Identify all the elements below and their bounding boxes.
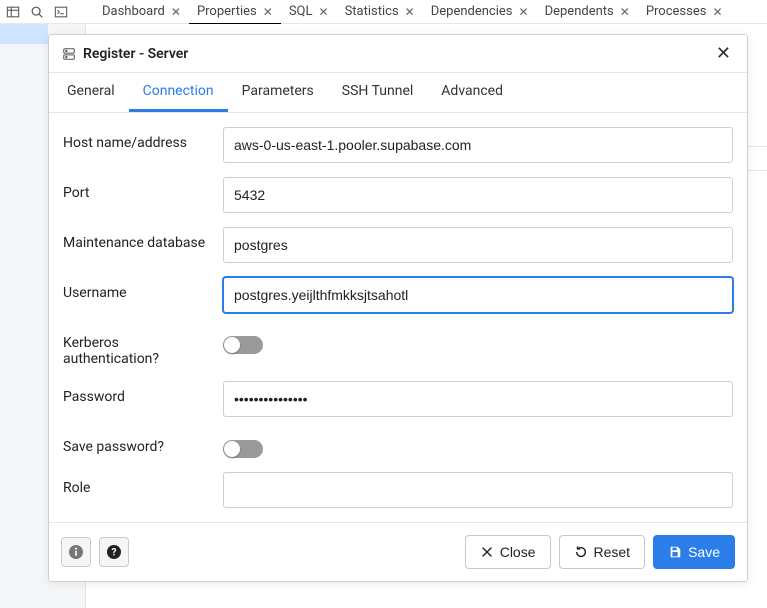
dialog-tabs: General Connection Parameters SSH Tunnel… xyxy=(49,73,747,113)
kerberos-toggle[interactable] xyxy=(223,336,263,354)
info-button[interactable] xyxy=(61,537,91,567)
close-icon[interactable]: ✕ xyxy=(171,5,181,19)
port-label: Port xyxy=(63,177,223,201)
tab-label: Statistics xyxy=(345,4,399,19)
server-icon xyxy=(61,46,77,62)
save-button[interactable]: Save xyxy=(653,535,735,569)
help-button[interactable]: ? xyxy=(99,537,129,567)
password-label: Password xyxy=(63,381,223,405)
dialog-tab-general[interactable]: General xyxy=(53,73,129,112)
connection-form: Host name/address Port Maintenance datab… xyxy=(49,113,747,522)
save-password-toggle[interactable] xyxy=(223,440,263,458)
dialog-footer: ? Close Reset Save xyxy=(49,522,747,581)
maintenance-db-label: Maintenance database xyxy=(63,227,223,251)
dialog-close-button[interactable]: ✕ xyxy=(712,43,735,64)
search-icon[interactable] xyxy=(28,3,46,21)
maintenance-db-input[interactable] xyxy=(223,227,733,263)
tab-dependencies[interactable]: Dependencies ✕ xyxy=(423,0,537,24)
tab-label: Dependents xyxy=(545,4,614,19)
close-icon[interactable]: ✕ xyxy=(712,5,722,19)
tab-dashboard[interactable]: Dashboard ✕ xyxy=(94,0,189,24)
tab-dependents[interactable]: Dependents ✕ xyxy=(537,0,638,24)
dialog-tab-advanced[interactable]: Advanced xyxy=(427,73,517,112)
dialog-tab-ssh-tunnel[interactable]: SSH Tunnel xyxy=(328,73,428,112)
role-input[interactable] xyxy=(223,472,733,508)
tab-statistics[interactable]: Statistics ✕ xyxy=(337,0,423,24)
main-tab-strip: Dashboard✕ Properties✕ SQL✕ Statistics✕ … xyxy=(94,0,731,24)
host-label: Host name/address xyxy=(63,127,223,151)
kerberos-label: Kerberos authentication? xyxy=(63,327,223,367)
reset-button[interactable]: Reset xyxy=(559,535,646,569)
dialog-tab-parameters[interactable]: Parameters xyxy=(228,73,328,112)
password-input[interactable] xyxy=(223,381,733,417)
close-icon[interactable]: ✕ xyxy=(319,5,329,19)
tab-label: Dashboard xyxy=(102,4,165,19)
username-input[interactable] xyxy=(223,277,733,313)
close-button-label: Close xyxy=(500,544,536,560)
close-button[interactable]: Close xyxy=(465,535,551,569)
tab-label: Dependencies xyxy=(431,4,513,19)
table-icon[interactable] xyxy=(4,3,22,21)
tab-properties[interactable]: Properties ✕ xyxy=(189,0,281,24)
tab-label: Properties xyxy=(197,4,257,19)
dialog-header: Register - Server ✕ xyxy=(49,35,747,73)
svg-text:?: ? xyxy=(112,548,117,559)
dialog-tab-connection[interactable]: Connection xyxy=(129,73,228,112)
close-icon[interactable]: ✕ xyxy=(405,5,415,19)
close-icon[interactable]: ✕ xyxy=(620,5,630,19)
username-label: Username xyxy=(63,277,223,301)
tab-label: Processes xyxy=(646,4,707,19)
tab-label: SQL xyxy=(289,4,313,19)
role-label: Role xyxy=(63,472,223,496)
register-server-dialog: Register - Server ✕ General Connection P… xyxy=(48,34,748,582)
host-input[interactable] xyxy=(223,127,733,163)
reset-button-label: Reset xyxy=(594,544,631,560)
close-icon[interactable]: ✕ xyxy=(263,5,273,19)
tab-sql[interactable]: SQL ✕ xyxy=(281,0,337,24)
tab-processes[interactable]: Processes ✕ xyxy=(638,0,731,24)
dialog-title: Register - Server xyxy=(83,46,712,62)
port-input[interactable] xyxy=(223,177,733,213)
close-icon[interactable]: ✕ xyxy=(519,5,529,19)
tree-selection[interactable] xyxy=(0,24,48,44)
save-button-label: Save xyxy=(688,544,720,560)
save-password-label: Save password? xyxy=(63,431,223,455)
terminal-icon[interactable] xyxy=(52,3,70,21)
